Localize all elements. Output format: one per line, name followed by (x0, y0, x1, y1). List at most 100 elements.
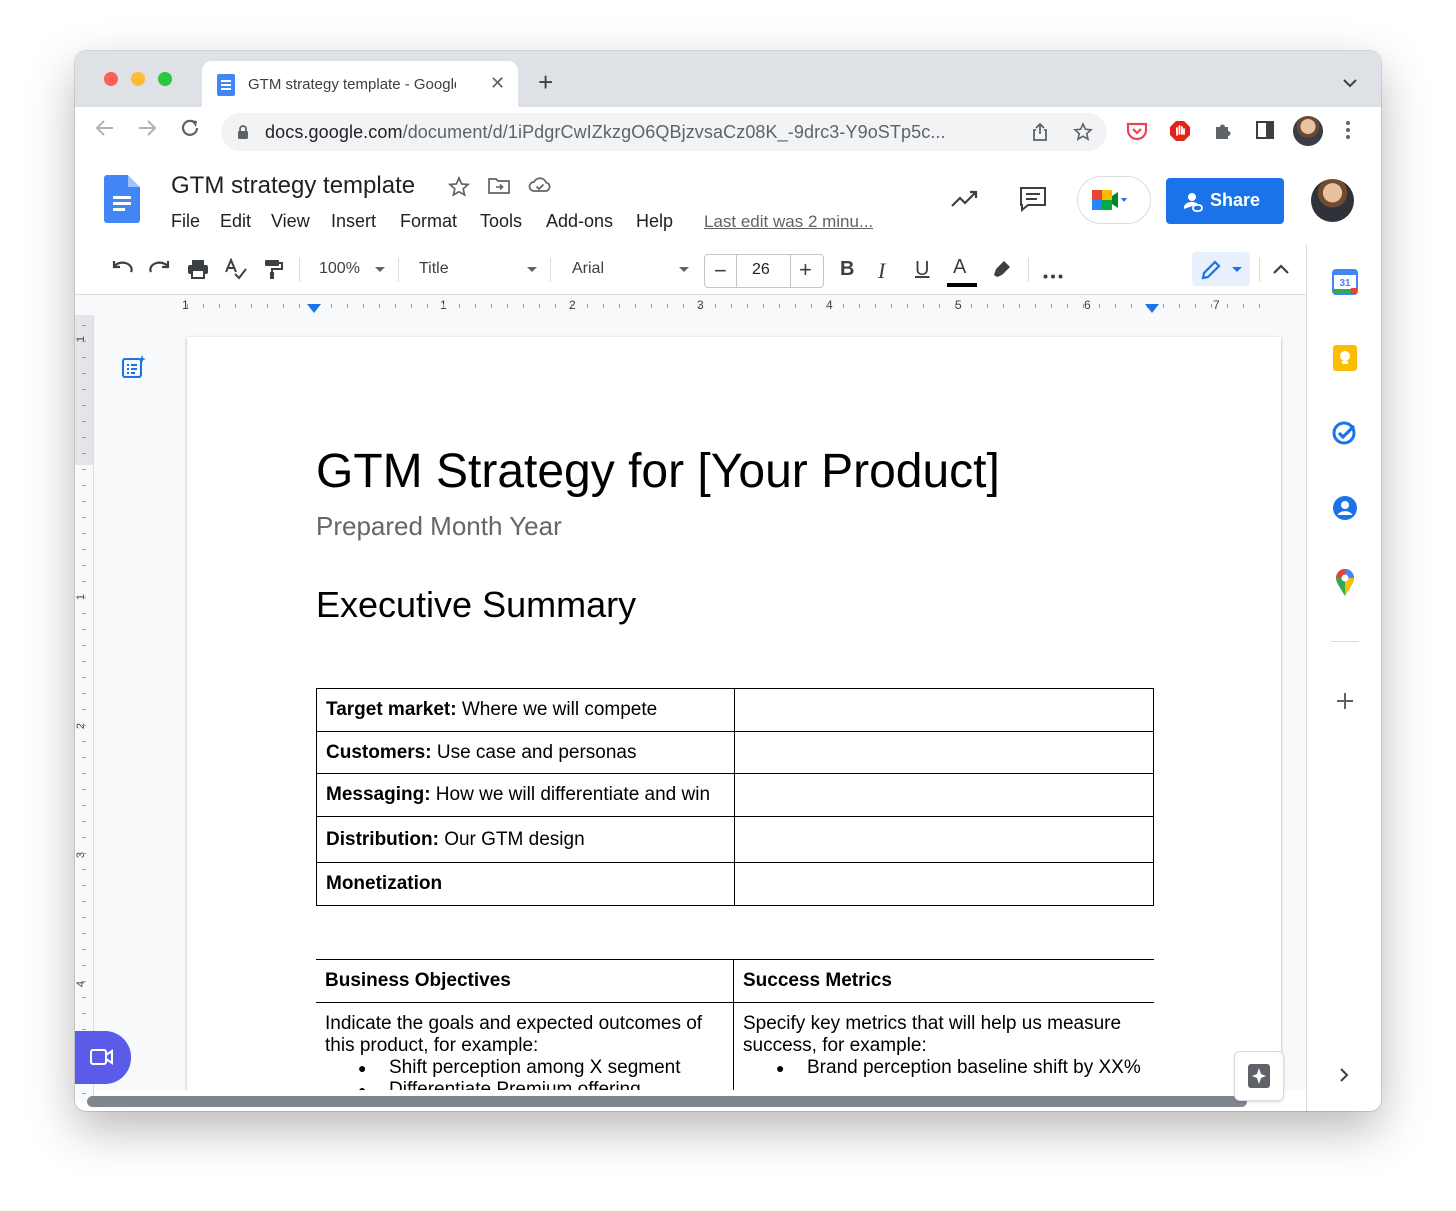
browser-profile-avatar[interactable] (1293, 116, 1323, 146)
comments-icon[interactable] (1018, 185, 1048, 218)
tasks-icon[interactable] (1332, 420, 1358, 451)
explore-button[interactable] (1234, 1051, 1284, 1101)
undo-icon[interactable] (110, 258, 134, 283)
document-title[interactable]: GTM strategy template (171, 172, 415, 200)
share-button[interactable]: Share (1166, 178, 1284, 224)
italic-button[interactable]: I (878, 258, 885, 284)
menu-file[interactable]: File (171, 211, 200, 232)
pocket-extension-icon[interactable] (1126, 120, 1148, 147)
text-color-button[interactable]: A (953, 256, 966, 279)
more-options-icon[interactable] (1043, 266, 1063, 284)
activity-dashboard-icon[interactable] (950, 189, 980, 214)
close-tab-icon[interactable]: ✕ (490, 73, 505, 94)
add-icon[interactable] (1336, 692, 1354, 715)
meet-button[interactable] (1077, 176, 1151, 224)
browser-menu-icon[interactable] (1346, 121, 1350, 142)
right-indent-marker[interactable] (1145, 304, 1159, 313)
menu-addons[interactable]: Add-ons (546, 211, 613, 232)
section-heading[interactable]: Executive Summary (316, 584, 636, 626)
ruler-tick (1003, 304, 1004, 308)
extensions-puzzle-icon[interactable] (1212, 120, 1234, 147)
document-heading-title[interactable]: GTM Strategy for [Your Product] (316, 444, 1000, 499)
zoom-dropdown-icon[interactable] (375, 267, 385, 272)
summary-table[interactable]: Target market: Where we will compete Cus… (316, 688, 1154, 906)
expand-icon[interactable] (1339, 1067, 1349, 1088)
document-outline-icon[interactable] (120, 353, 148, 386)
last-edit-link[interactable]: Last edit was 2 minu... (704, 212, 873, 232)
maps-icon[interactable] (1335, 569, 1355, 602)
horizontal-ruler[interactable]: 1 1 2 3 4 5 6 7 (75, 294, 1306, 316)
side-panel-icon[interactable] (1255, 120, 1275, 145)
paint-format-icon[interactable] (262, 258, 284, 285)
font-dropdown-icon[interactable] (679, 267, 689, 272)
menu-insert[interactable]: Insert (331, 211, 376, 232)
move-folder-icon[interactable] (487, 176, 511, 201)
calendar-icon[interactable]: 31 (1332, 269, 1358, 300)
paragraph-style-select[interactable]: Title (419, 260, 449, 278)
star-icon[interactable] (447, 175, 471, 203)
print-icon[interactable] (186, 258, 210, 285)
zoom-select[interactable]: 100% (319, 260, 360, 278)
style-dropdown-icon[interactable] (527, 267, 537, 272)
table-header-row: Business Objectives Success Metrics (316, 959, 1154, 1003)
document-canvas[interactable]: GTM Strategy for [Your Product] Prepared… (94, 315, 1306, 1090)
url-text[interactable]: docs.google.com/document/d/1iPdgrCwIZkzg… (265, 122, 946, 143)
table-cell[interactable] (734, 688, 1154, 732)
font-select[interactable]: Arial (572, 260, 604, 278)
horizontal-scrollbar-thumb[interactable] (87, 1096, 1247, 1107)
table-cell[interactable]: Indicate the goals and expected outcomes… (316, 1002, 734, 1090)
omnibox[interactable]: docs.google.com/document/d/1iPdgrCwIZkzg… (221, 113, 1107, 151)
new-tab-button[interactable]: + (538, 69, 553, 95)
menu-help[interactable]: Help (636, 211, 673, 232)
close-window-button[interactable] (104, 72, 118, 86)
left-indent-marker[interactable] (307, 304, 321, 313)
cloud-saved-icon[interactable] (528, 176, 552, 199)
maximize-window-button[interactable] (158, 72, 172, 86)
bookmark-star-icon[interactable] (1073, 122, 1093, 147)
back-icon[interactable] (94, 117, 116, 145)
minimize-window-button[interactable] (131, 72, 145, 86)
document-subtitle[interactable]: Prepared Month Year (316, 511, 562, 542)
redo-icon[interactable] (148, 258, 172, 283)
objectives-table[interactable]: Business Objectives Success Metrics Indi… (316, 959, 1154, 1090)
account-avatar[interactable] (1311, 179, 1354, 222)
table-cell[interactable] (734, 816, 1154, 863)
tab-search-icon[interactable] (1343, 75, 1357, 93)
menu-view[interactable]: View (271, 211, 310, 232)
table-cell[interactable] (734, 862, 1154, 906)
success-metrics-header[interactable]: Success Metrics (733, 959, 1154, 1003)
document-page[interactable]: GTM Strategy for [Your Product] Prepared… (187, 337, 1281, 1090)
underline-button[interactable]: U (915, 258, 929, 281)
lock-icon[interactable] (237, 125, 249, 145)
reload-icon[interactable] (179, 117, 201, 145)
menu-format[interactable]: Format (400, 211, 457, 232)
table-cell[interactable] (734, 773, 1154, 817)
browser-tab[interactable]: GTM strategy template - Google Docs ✕ (202, 61, 518, 107)
business-objectives-header[interactable]: Business Objectives (316, 959, 734, 1003)
table-cell[interactable] (734, 731, 1154, 774)
docs-logo-icon[interactable] (104, 175, 140, 223)
forward-icon[interactable] (136, 117, 158, 145)
vertical-ruler[interactable]: 1 1 2 3 4 (75, 315, 94, 1101)
menu-tools[interactable]: Tools (480, 211, 522, 232)
contacts-icon[interactable] (1332, 495, 1358, 526)
bold-button[interactable]: B (840, 258, 854, 281)
table-cell[interactable]: Messaging: How we will differentiate and… (316, 773, 735, 817)
share-page-icon[interactable] (1031, 122, 1049, 147)
editing-mode-button[interactable] (1192, 252, 1250, 286)
font-size-input[interactable]: 26 (752, 261, 770, 279)
table-cell[interactable]: Distribution: Our GTM design (316, 816, 735, 863)
keep-icon[interactable] (1332, 344, 1358, 377)
highlight-color-icon[interactable] (991, 258, 1013, 285)
adblock-extension-icon[interactable] (1169, 120, 1191, 147)
increase-font-size-button[interactable]: + (799, 257, 812, 283)
decrease-font-size-button[interactable]: − (714, 258, 727, 284)
table-cell[interactable]: Target market: Where we will compete (316, 688, 735, 732)
spellcheck-icon[interactable] (224, 257, 248, 285)
table-cell[interactable]: Monetization (316, 862, 735, 906)
meet-floating-button[interactable] (75, 1031, 131, 1084)
table-cell[interactable]: Customers: Use case and personas (316, 731, 735, 774)
hide-menus-chevron-icon[interactable] (1272, 262, 1290, 280)
table-cell[interactable]: Specify key metrics that will help us me… (734, 1003, 1155, 1091)
menu-edit[interactable]: Edit (220, 211, 251, 232)
